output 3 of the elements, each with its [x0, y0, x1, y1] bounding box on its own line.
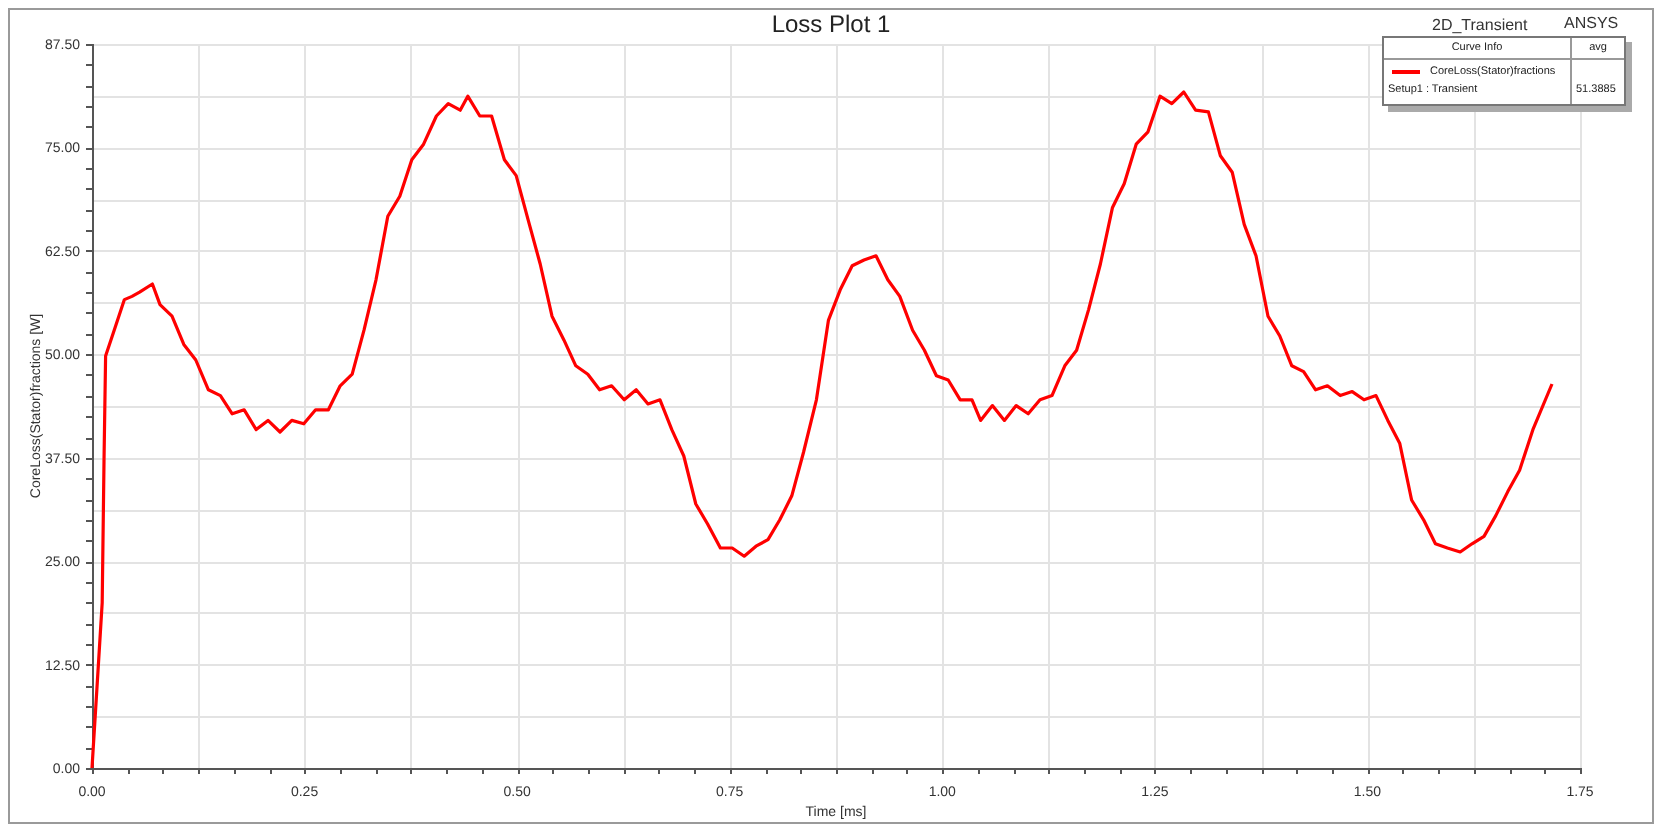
- design-name: 2D_Transient: [1432, 16, 1528, 34]
- plot-title: Loss Plot 1: [769, 10, 893, 38]
- brand-name: ANSYS: [1564, 14, 1619, 32]
